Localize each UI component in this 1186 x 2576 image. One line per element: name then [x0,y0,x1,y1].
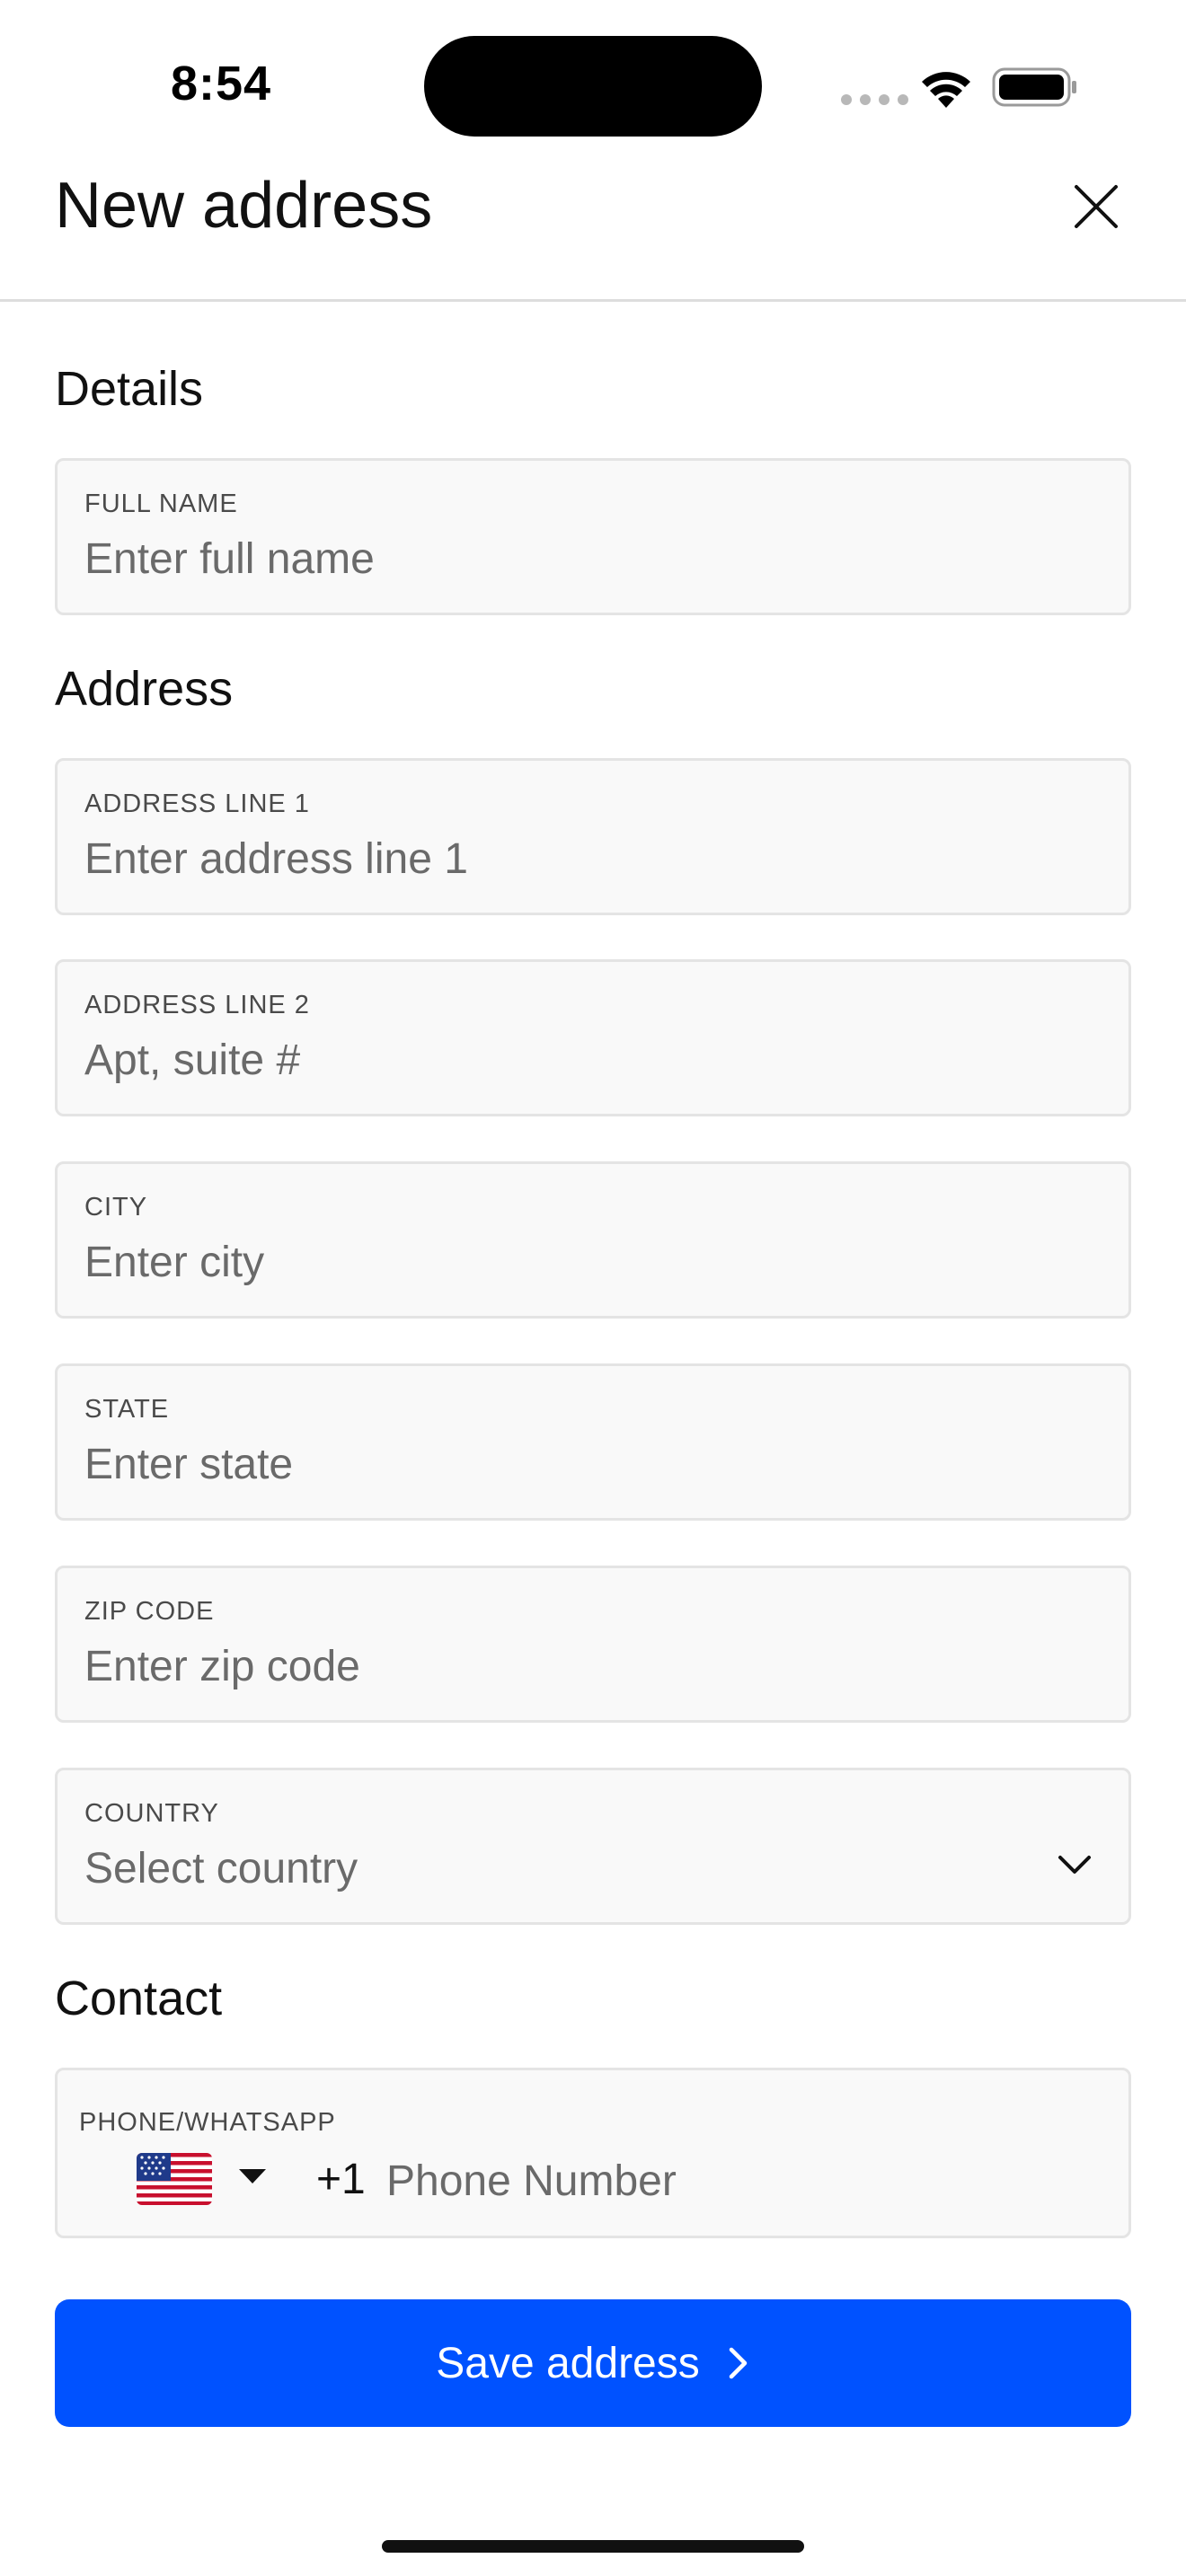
contact-section-title: Contact [55,1972,223,2025]
full-name-input[interactable] [84,534,1073,584]
save-address-label: Save address [436,2339,700,2387]
phone-number-input[interactable] [386,2157,1087,2206]
phone-label: PHONE/WHATSAPP [79,2108,336,2137]
header-divider [0,299,1186,302]
phone-field[interactable]: PHONE/WHATSAPP +1 [55,2068,1131,2238]
dial-code: +1 [316,2156,366,2203]
city-field[interactable]: CITY [55,1161,1131,1319]
city-label: CITY [84,1193,148,1222]
zip-code-input[interactable] [84,1642,1073,1691]
address-line-1-label: ADDRESS LINE 1 [84,790,310,818]
full-name-label: FULL NAME [84,490,238,518]
address-line-2-input[interactable] [84,1036,1073,1085]
chevron-down-icon[interactable] [1057,1853,1093,1876]
dynamic-island [424,36,762,137]
address-line-2-field[interactable]: ADDRESS LINE 2 [55,959,1131,1116]
state-input[interactable] [84,1440,1073,1489]
address-line-2-label: ADDRESS LINE 2 [84,991,310,1019]
country-select[interactable]: COUNTRY [55,1768,1131,1925]
us-flag-icon[interactable] [137,2153,212,2205]
address-section-title: Address [55,662,234,716]
new-address-screen: 8:54 New address Details FULL NAME Addre… [0,0,1186,2576]
home-indicator[interactable] [382,2540,804,2553]
caret-down-icon[interactable] [237,2167,268,2185]
status-time: 8:54 [171,57,272,110]
state-label: STATE [84,1395,170,1424]
cellular-signal-icon [841,94,908,105]
chevron-right-icon [729,2347,747,2379]
full-name-field[interactable]: FULL NAME [55,458,1131,615]
details-section-title: Details [55,362,204,416]
address-line-1-input[interactable] [84,834,1073,884]
address-line-1-field[interactable]: ADDRESS LINE 1 [55,758,1131,915]
zip-code-label: ZIP CODE [84,1597,215,1626]
city-input[interactable] [84,1238,1073,1287]
zip-code-field[interactable]: ZIP CODE [55,1566,1131,1723]
save-address-button[interactable]: Save address [55,2299,1131,2427]
country-input[interactable] [84,1844,1073,1893]
battery-icon [992,67,1076,107]
close-icon[interactable] [1069,180,1123,234]
wifi-icon [922,72,970,108]
state-field[interactable]: STATE [55,1363,1131,1521]
country-label: COUNTRY [84,1799,219,1828]
page-title: New address [55,170,433,242]
